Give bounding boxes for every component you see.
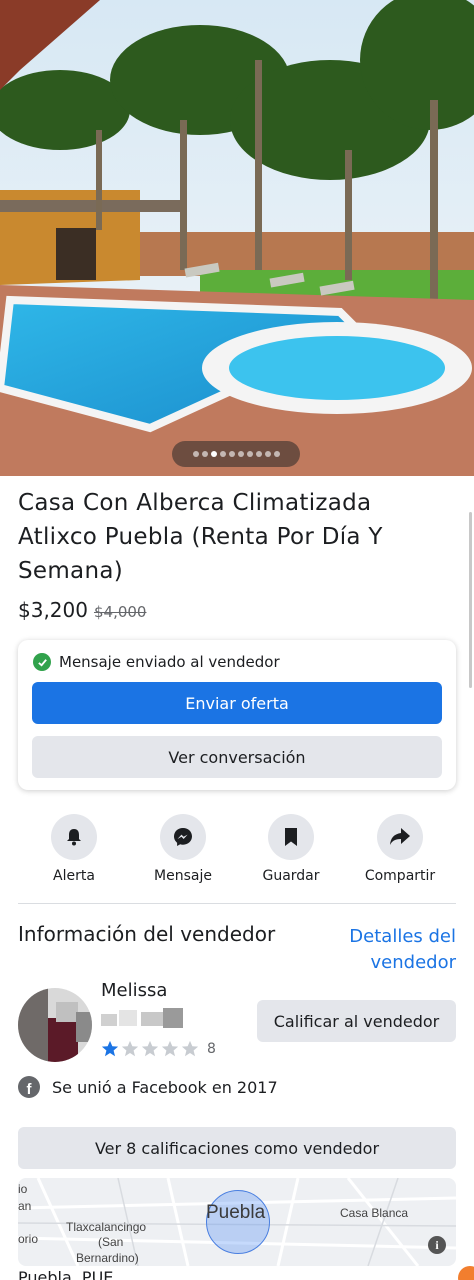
pagination-dot[interactable] — [237, 451, 244, 457]
location-map[interactable]: io an orio Tlaxcalancingo (San Bernardin… — [18, 1178, 456, 1266]
view-conversation-button[interactable]: Ver conversación — [32, 736, 442, 778]
info-icon[interactable]: i — [428, 1236, 446, 1254]
scrollbar[interactable] — [469, 512, 472, 688]
share-icon — [390, 828, 410, 845]
share-label: Compartir — [364, 868, 436, 884]
map-label: an — [18, 1199, 32, 1213]
joined-text: Se unió a Facebook en 2017 — [52, 1077, 278, 1097]
bookmark-icon — [285, 828, 297, 846]
listing-price: $3,200 — [18, 598, 88, 622]
star-icon — [141, 1040, 159, 1057]
save-label: Guardar — [262, 868, 320, 884]
rating-count: 8 — [207, 1041, 216, 1057]
photo-pagination[interactable] — [172, 441, 300, 467]
seller-rating: 8 — [101, 1040, 216, 1058]
star-icon — [181, 1040, 199, 1057]
pagination-dot[interactable] — [246, 451, 253, 457]
share-action[interactable]: Compartir — [350, 814, 450, 884]
message-card: Mensaje enviado al vendedor Enviar ofert… — [18, 640, 456, 790]
floating-badge[interactable] — [458, 1266, 474, 1280]
listing-location: Puebla, PUE — [18, 1268, 114, 1280]
seller-avatar[interactable] — [18, 988, 92, 1062]
star-icon — [161, 1040, 179, 1057]
message-sent-status: Mensaje enviado al vendedor — [33, 653, 280, 671]
joined-facebook-row: f Se unió a Facebook en 2017 — [18, 1076, 278, 1098]
map-label: Bernardino) — [76, 1251, 139, 1265]
star-icon — [101, 1040, 119, 1057]
map-label: io — [18, 1182, 28, 1196]
facebook-icon: f — [18, 1076, 40, 1098]
action-bar: Alerta Mensaje Guardar Compartir — [18, 814, 456, 890]
messenger-icon — [174, 828, 192, 846]
alert-label: Alerta — [53, 868, 95, 884]
seller-details-link[interactable]: Detalles del vendedor — [326, 924, 456, 976]
map-label: (San — [98, 1235, 124, 1249]
price-row: $3,200 $4,000 — [18, 598, 146, 622]
map-label: Casa Blanca — [340, 1206, 409, 1220]
section-divider — [18, 903, 456, 904]
pagination-dot[interactable] — [201, 451, 208, 457]
rate-seller-button[interactable]: Calificar al vendedor — [257, 1000, 456, 1042]
map-label: orio — [18, 1232, 39, 1246]
pagination-dot[interactable] — [273, 451, 280, 457]
send-offer-button[interactable]: Enviar oferta — [32, 682, 442, 724]
message-action[interactable]: Mensaje — [133, 814, 233, 884]
star-icon — [121, 1040, 139, 1057]
pool-photo — [0, 0, 474, 476]
listing-photo[interactable] — [0, 0, 474, 476]
message-label: Mensaje — [154, 868, 212, 884]
map-city-label: Puebla — [206, 1202, 266, 1223]
pagination-dot[interactable] — [219, 451, 226, 457]
bell-icon — [67, 829, 81, 846]
save-action[interactable]: Guardar — [241, 814, 341, 884]
seller-info-heading: Información del vendedor — [18, 922, 276, 946]
map-label: Tlaxcalancingo — [66, 1220, 147, 1234]
pagination-dot[interactable] — [255, 451, 262, 457]
listing-original-price: $4,000 — [93, 603, 147, 621]
redacted-info — [101, 1008, 185, 1028]
seller-name[interactable]: Melissa — [101, 980, 167, 1001]
listing-title: Casa Con Alberca Climatizada Atlixco Pue… — [18, 490, 383, 584]
pagination-dot[interactable] — [210, 451, 217, 457]
pagination-dot[interactable] — [192, 451, 199, 457]
message-sent-text: Mensaje enviado al vendedor — [59, 653, 280, 671]
pagination-dot[interactable] — [264, 451, 271, 457]
view-ratings-button[interactable]: Ver 8 calificaciones como vendedor — [18, 1127, 456, 1169]
check-icon — [33, 653, 51, 671]
alert-action[interactable]: Alerta — [24, 814, 124, 884]
pagination-dot[interactable] — [228, 451, 235, 457]
